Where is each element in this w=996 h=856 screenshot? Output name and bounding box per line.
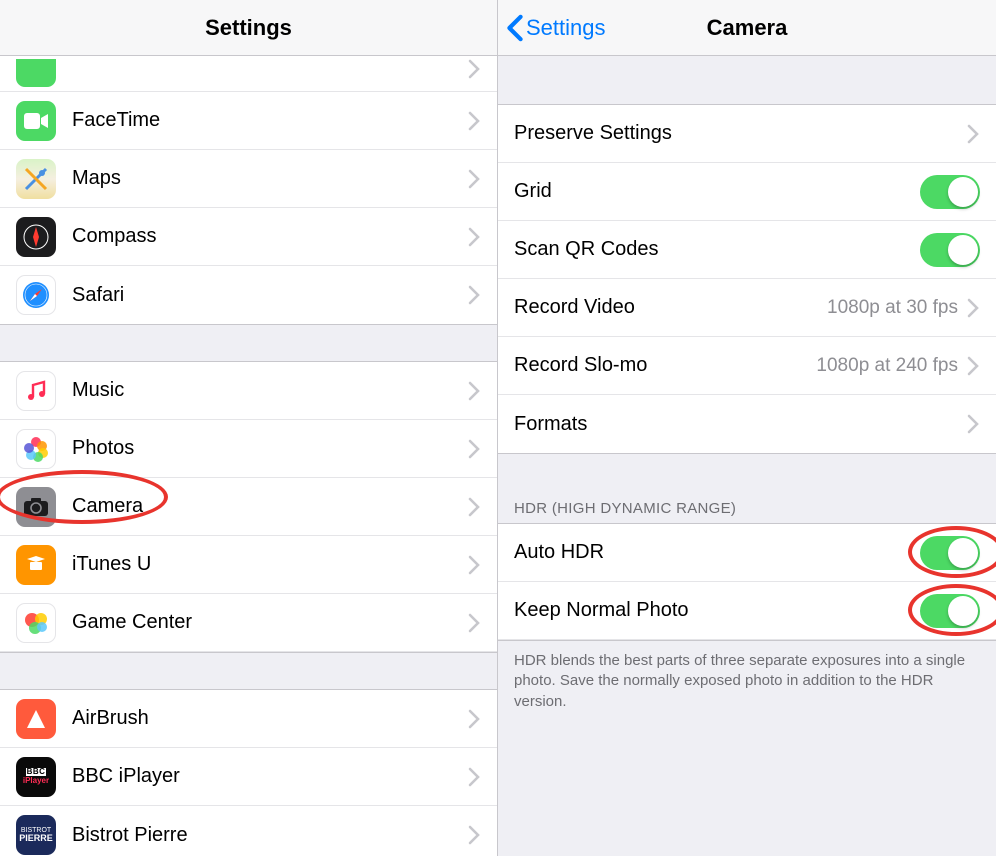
settings-row-music[interactable]: Music [0, 362, 497, 420]
keepnormal-toggle[interactable] [920, 594, 980, 628]
bbc-icon: BBC iPlayer [16, 757, 56, 797]
chevron-right-icon [966, 298, 980, 318]
grid-toggle[interactable] [920, 175, 980, 209]
settings-pane: Settings FaceTime Maps [0, 0, 498, 856]
settings-title: Settings [205, 15, 292, 41]
camera-row-recvideo[interactable]: Record Video 1080p at 30 fps [498, 279, 996, 337]
row-label: Music [72, 379, 467, 402]
autohdr-toggle[interactable] [920, 536, 980, 570]
back-button[interactable]: Settings [506, 0, 606, 55]
row-label: AirBrush [72, 707, 467, 730]
row-value: 1080p at 30 fps [827, 297, 958, 319]
row-label: iTunes U [72, 553, 467, 576]
settings-row-safari[interactable]: Safari [0, 266, 497, 324]
settings-row-airbrush[interactable]: AirBrush [0, 690, 497, 748]
settings-row-maps[interactable]: Maps [0, 150, 497, 208]
camera-pane: Settings Camera Preserve Settings Grid S… [498, 0, 996, 856]
hdr-footer: HDR blends the best parts of three separ… [498, 641, 996, 722]
settings-row-camera[interactable]: Camera [0, 478, 497, 536]
row-label: Maps [72, 167, 467, 190]
chevron-right-icon [966, 414, 980, 434]
row-label: Grid [514, 180, 920, 203]
camera-navbar: Settings Camera [498, 0, 996, 56]
row-label: Keep Normal Photo [514, 599, 920, 622]
row-label: Record Slo-mo [514, 354, 816, 377]
camera-row-scanqr: Scan QR Codes [498, 221, 996, 279]
chevron-right-icon [467, 381, 481, 401]
section-title-hdr: HDR (HIGH DYNAMIC RANGE) [498, 492, 996, 523]
chevron-right-icon [467, 227, 481, 247]
chevron-right-icon [467, 613, 481, 633]
music-icon [16, 371, 56, 411]
chevron-right-icon [467, 555, 481, 575]
chevron-right-icon [966, 356, 980, 376]
airbrush-icon [16, 699, 56, 739]
settings-row-compass[interactable]: Compass [0, 208, 497, 266]
camera-row-grid: Grid [498, 163, 996, 221]
row-label: Auto HDR [514, 541, 920, 564]
settings-row-photos[interactable]: Photos [0, 420, 497, 478]
app-icon-partial [16, 59, 56, 87]
back-label: Settings [526, 15, 606, 41]
chevron-right-icon [467, 709, 481, 729]
settings-row-itunesu[interactable]: iTunes U [0, 536, 497, 594]
row-label: Safari [72, 284, 467, 307]
gamecenter-icon [16, 603, 56, 643]
row-label: Photos [72, 437, 467, 460]
chevron-right-icon [467, 767, 481, 787]
row-label: Preserve Settings [514, 122, 966, 145]
row-value: 1080p at 240 fps [816, 355, 958, 377]
compass-icon [16, 217, 56, 257]
row-label: Scan QR Codes [514, 238, 920, 261]
settings-row-bistrot[interactable]: BISTROTPIERRE Bistrot Pierre [0, 806, 497, 856]
row-label: Bistrot Pierre [72, 824, 467, 847]
bistrot-icon: BISTROTPIERRE [16, 815, 56, 855]
settings-row-gamecenter[interactable]: Game Center [0, 594, 497, 652]
itunesu-icon [16, 545, 56, 585]
camera-row-recslomo[interactable]: Record Slo-mo 1080p at 240 fps [498, 337, 996, 395]
chevron-right-icon [467, 825, 481, 845]
row-label: Compass [72, 225, 467, 248]
camera-title: Camera [707, 15, 788, 41]
photos-icon [16, 429, 56, 469]
settings-navbar: Settings [0, 0, 497, 56]
camera-icon [16, 487, 56, 527]
facetime-icon [16, 101, 56, 141]
row-label: Camera [72, 495, 467, 518]
row-label: Game Center [72, 611, 467, 634]
row-label: FaceTime [72, 109, 467, 132]
camera-row-autohdr: Auto HDR [498, 524, 996, 582]
camera-row-preserve[interactable]: Preserve Settings [498, 105, 996, 163]
row-label: BBC iPlayer [72, 765, 467, 788]
settings-row-partial[interactable] [0, 56, 497, 92]
row-label: Record Video [514, 296, 827, 319]
settings-row-bbc[interactable]: BBC iPlayer BBC iPlayer [0, 748, 497, 806]
chevron-right-icon [467, 285, 481, 305]
scanqr-toggle[interactable] [920, 233, 980, 267]
camera-row-keepnormal: Keep Normal Photo [498, 582, 996, 640]
chevron-right-icon [467, 497, 481, 517]
settings-row-facetime[interactable]: FaceTime [0, 92, 497, 150]
row-label: Formats [514, 413, 966, 436]
chevron-right-icon [467, 169, 481, 189]
chevron-right-icon [467, 439, 481, 459]
camera-row-formats[interactable]: Formats [498, 395, 996, 453]
maps-icon [16, 159, 56, 199]
chevron-right-icon [966, 124, 980, 144]
chevron-right-icon [467, 59, 481, 79]
chevron-right-icon [467, 111, 481, 131]
safari-icon [16, 275, 56, 315]
